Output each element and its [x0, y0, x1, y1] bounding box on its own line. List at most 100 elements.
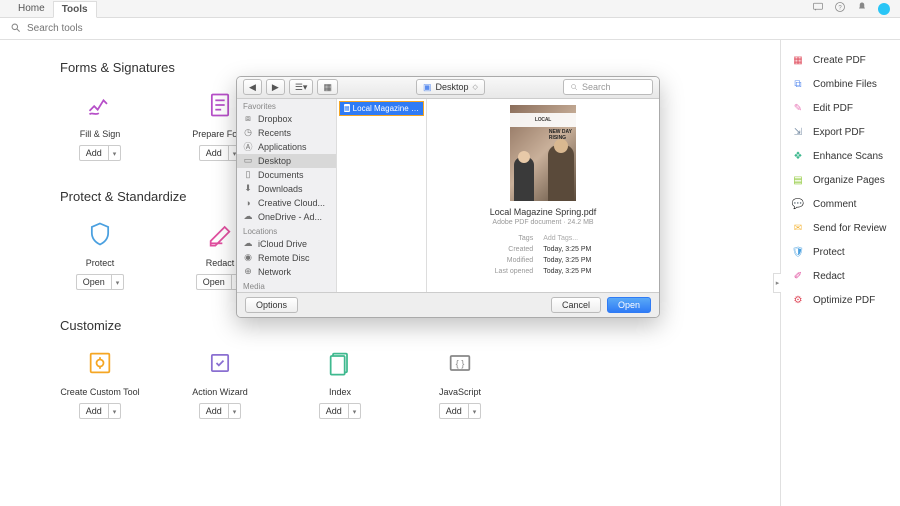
- location-icon: ◉: [243, 253, 253, 263]
- svg-text:?: ?: [838, 5, 842, 11]
- rp-label: Export PDF: [813, 127, 865, 138]
- create-icon: ▦: [791, 53, 805, 67]
- sidebar-item[interactable]: ⊕Network: [237, 265, 336, 279]
- open-button[interactable]: Open: [607, 297, 651, 313]
- sidebar-item[interactable]: ◉Remote Disc: [237, 251, 336, 265]
- protect-icon: [82, 216, 118, 252]
- sidebar-item[interactable]: ☁iCloud Drive: [237, 237, 336, 251]
- tool-javascript[interactable]: { } JavaScript Add: [420, 345, 500, 419]
- bell-icon[interactable]: [856, 1, 868, 16]
- folder-icon: ◷: [243, 128, 253, 138]
- dialog-file-list: ▦ Local Magazine Spring.pdf: [337, 99, 427, 292]
- rp-label: Combine Files: [813, 79, 877, 90]
- tab-tools[interactable]: Tools: [53, 1, 97, 18]
- rp-label: Organize Pages: [813, 175, 885, 186]
- right-panel-edit[interactable]: ✎ Edit PDF: [781, 96, 900, 120]
- preview-filename: Local Magazine Spring.pdf: [490, 207, 597, 217]
- chat-icon[interactable]: [812, 1, 824, 16]
- sidebar-item[interactable]: ◑Creative Cloud...: [237, 196, 336, 210]
- scan-icon: ❖: [791, 149, 805, 163]
- folder-icon: ⬇: [243, 184, 253, 194]
- folder-icon: Ⓐ: [243, 142, 253, 152]
- open-button[interactable]: Open: [76, 274, 125, 290]
- avatar[interactable]: [878, 3, 890, 15]
- pdf-file-icon: ▦: [344, 104, 350, 112]
- rp-label: Protect: [813, 247, 845, 258]
- add-tags-link[interactable]: Add Tags...: [539, 234, 595, 243]
- location-icon: ⊕: [243, 267, 253, 277]
- right-panel-protect[interactable]: 🛡Protect: [781, 240, 900, 264]
- folder-icon: ▯: [243, 170, 253, 180]
- sidebar-item[interactable]: ◷Recents: [237, 126, 336, 140]
- panel-collapse-toggle[interactable]: ▸: [773, 273, 781, 293]
- tool-action-wizard[interactable]: Action Wizard Add: [180, 345, 260, 419]
- redact-icon: ✐: [791, 269, 805, 283]
- cancel-button[interactable]: Cancel: [551, 297, 601, 313]
- rp-label: Optimize PDF: [813, 295, 875, 306]
- view-mode-button[interactable]: ☰▾: [289, 79, 314, 95]
- sidebar-item[interactable]: ⒶApplications: [237, 140, 336, 154]
- right-panel-redact[interactable]: ✐Redact: [781, 264, 900, 288]
- fill-sign-icon: [82, 87, 118, 123]
- optimize-icon: ⚙: [791, 293, 805, 307]
- redact-icon: [202, 216, 238, 252]
- section-title-forms: Forms & Signatures: [60, 60, 720, 75]
- tools-search-bar: [0, 18, 900, 40]
- prepare-form-icon: [202, 87, 238, 123]
- action-wizard-icon: [202, 345, 238, 381]
- add-button[interactable]: Add: [319, 403, 362, 419]
- tab-home[interactable]: Home: [10, 1, 53, 16]
- folder-icon: ☁: [243, 212, 253, 222]
- export-icon: ⇲: [791, 125, 805, 139]
- search-icon: [10, 22, 21, 36]
- file-item-selected[interactable]: ▦ Local Magazine Spring.pdf: [339, 101, 424, 116]
- right-panel-scan[interactable]: ❖Enhance Scans: [781, 144, 900, 168]
- location-dropdown[interactable]: ▣ Desktop ◇: [416, 79, 485, 95]
- add-button[interactable]: Add: [199, 403, 242, 419]
- nav-forward-button[interactable]: ▶: [266, 79, 285, 95]
- right-panel-optimize[interactable]: ⚙ Optimize PDF: [781, 288, 900, 312]
- group-button[interactable]: ▦: [317, 79, 338, 95]
- dialog-sidebar: Favorites ⧈Dropbox◷RecentsⒶApplications▭…: [237, 99, 337, 292]
- comment-icon: 💬: [791, 197, 805, 211]
- right-panel-organize[interactable]: ▤Organize Pages: [781, 168, 900, 192]
- help-icon[interactable]: ?: [834, 1, 846, 16]
- app-tabs-bar: Home Tools ?: [0, 0, 900, 18]
- add-button[interactable]: Add: [439, 403, 482, 419]
- edit-icon: ✎: [791, 101, 805, 115]
- rp-label: Create PDF: [813, 55, 866, 66]
- dialog-footer: Options Cancel Open: [237, 292, 659, 317]
- right-panel-export[interactable]: ⇲ Export PDF: [781, 120, 900, 144]
- tool-protect[interactable]: Protect Open: [60, 216, 140, 290]
- tool-index[interactable]: Index Add: [300, 345, 380, 419]
- right-panel-create[interactable]: ▦ Create PDF: [781, 48, 900, 72]
- sidebar-item[interactable]: ⧈Dropbox: [237, 112, 336, 126]
- dialog-search-input[interactable]: Search: [563, 79, 653, 95]
- search-input[interactable]: [27, 23, 890, 34]
- right-panel-comment[interactable]: 💬Comment: [781, 192, 900, 216]
- sidebar-item[interactable]: ▯Documents: [237, 168, 336, 182]
- right-tools-panel: ▸ ▦Create PDF⧉Combine Files✎Edit PDF⇲Exp…: [780, 40, 900, 506]
- folder-icon: ▭: [243, 156, 253, 166]
- sidebar-item[interactable]: ☁OneDrive - Ad...: [237, 210, 336, 224]
- sidebar-item[interactable]: ⬇Downloads: [237, 182, 336, 196]
- options-button[interactable]: Options: [245, 297, 298, 313]
- tool-create-custom[interactable]: Create Custom Tool Add: [60, 345, 140, 419]
- preview-meta: Adobe PDF document · 24.2 MB: [492, 219, 593, 226]
- custom-tool-icon: [82, 345, 118, 381]
- add-button[interactable]: Add: [199, 145, 242, 161]
- folder-icon: ◑: [243, 198, 253, 208]
- right-panel-review[interactable]: ✉Send for Review: [781, 216, 900, 240]
- sidebar-item[interactable]: ▭Desktop: [237, 154, 336, 168]
- location-icon: ☁: [243, 239, 253, 249]
- index-icon: [322, 345, 358, 381]
- add-button[interactable]: Add: [79, 403, 122, 419]
- rp-label: Edit PDF: [813, 103, 853, 114]
- rp-label: Send for Review: [813, 223, 886, 234]
- add-button[interactable]: Add: [79, 145, 122, 161]
- sidebar-header-locations: Locations: [237, 224, 336, 237]
- right-panel-combine[interactable]: ⧉Combine Files: [781, 72, 900, 96]
- file-open-dialog: ◀ ▶ ☰▾ ▦ ▣ Desktop ◇ Search Favorites ⧈D…: [236, 76, 660, 318]
- tool-fill-sign[interactable]: Fill & Sign Add: [60, 87, 140, 161]
- nav-back-button[interactable]: ◀: [243, 79, 262, 95]
